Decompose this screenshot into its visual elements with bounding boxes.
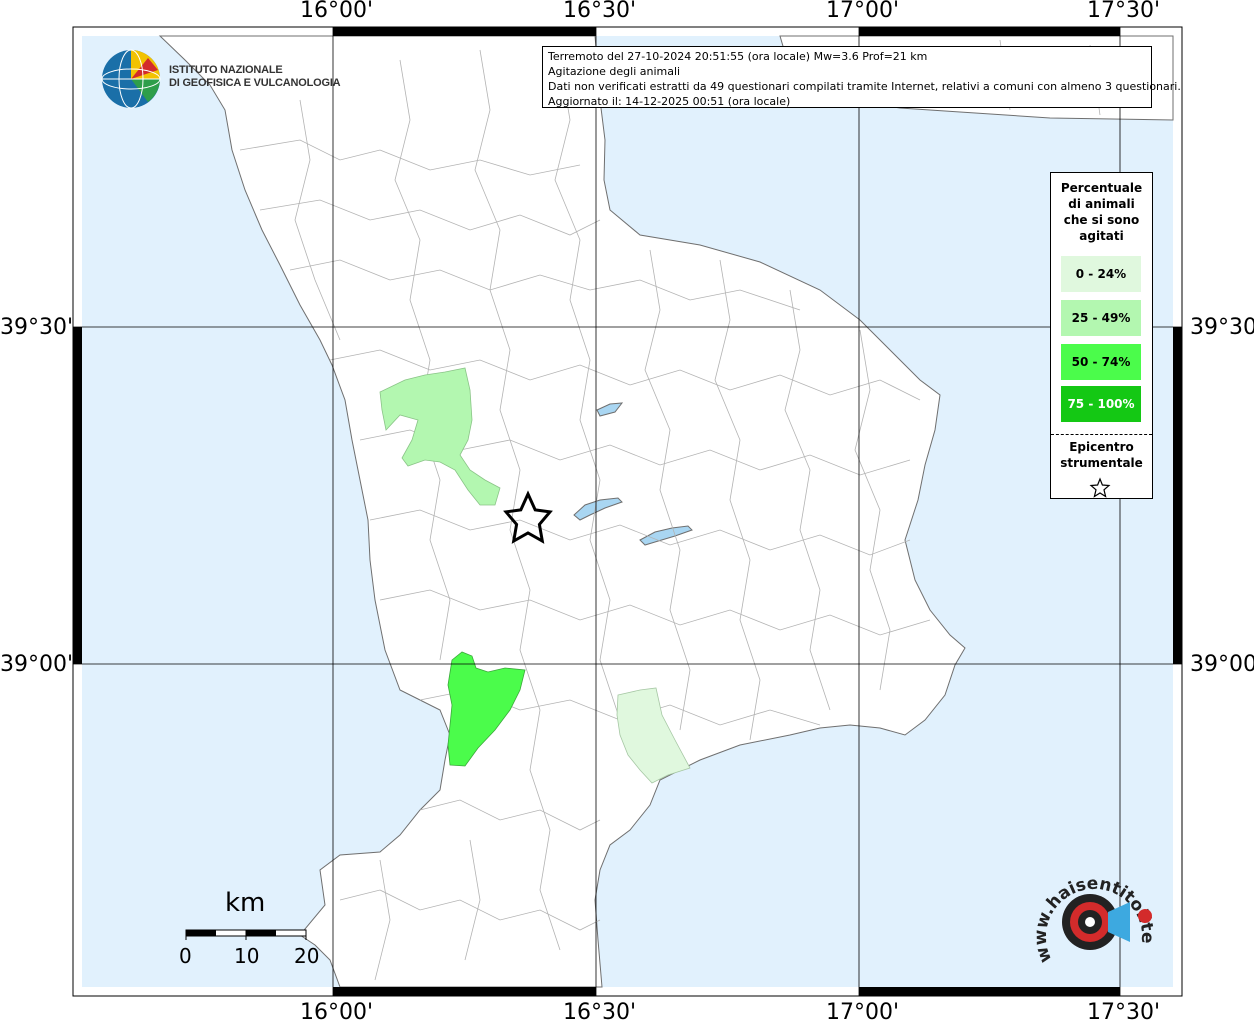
ingv-name: ISTITUTO NAZIONALE DI GEOFISICA E VULCAN…	[169, 64, 341, 90]
legend-title-line: Percentuale	[1060, 181, 1143, 195]
scale-unit: km	[225, 888, 266, 918]
scale-tick: 10	[234, 944, 260, 968]
lat-label-left-2: 39°00'	[0, 652, 74, 677]
legend-star-icon	[1089, 477, 1111, 498]
legend-title-line: agitati	[1079, 229, 1124, 243]
scale-tick: 20	[294, 944, 320, 968]
legend-class-50-74: 50 - 74%	[1061, 344, 1141, 380]
legend-class-25-49: 25 - 49%	[1061, 300, 1141, 336]
ingv-name-line2: DI GEOFISICA E VULCANOLOGIA	[169, 77, 341, 89]
legend-epicenter-line: Epicentro	[1069, 440, 1134, 454]
legend-title-line: che si sono	[1063, 213, 1140, 227]
event-info-line: Agitazione degli animali	[548, 65, 681, 78]
lon-label-top-2: 16°30'	[563, 0, 637, 23]
lon-label-bottom-1: 16°00'	[300, 1000, 374, 1025]
lon-label-bottom-3: 17°00'	[826, 1000, 900, 1025]
lon-label-top-1: 16°00'	[300, 0, 374, 23]
legend-epicenter-line: strumentale	[1060, 456, 1143, 470]
lon-label-bottom-2: 16°30'	[563, 1000, 637, 1025]
scale-tick: 0	[179, 944, 192, 968]
legend-class-75-100: 75 - 100%	[1061, 386, 1141, 422]
legend-title: Percentuale di animali che si sono agita…	[1051, 180, 1152, 244]
legend: Percentuale di animali che si sono agita…	[1050, 172, 1153, 499]
lon-label-top-4: 17°30'	[1087, 0, 1161, 23]
lon-label-bottom-4: 17°30'	[1087, 1000, 1161, 1025]
lat-label-left-1: 39°30'	[0, 315, 74, 340]
legend-title-line: di animali	[1068, 197, 1135, 211]
event-info-box: Terremoto del 27-10-2024 20:51:55 (ora l…	[542, 46, 1181, 108]
lon-label-top-3: 17°00'	[826, 0, 900, 23]
ingv-globe-icon	[101, 49, 161, 109]
lat-label-right-2: 39°00'	[1190, 652, 1254, 677]
haisentitoilterremoto-logo-icon: www.haisentitoilterremoto.it	[1030, 860, 1157, 965]
frame-ticks-left	[73, 327, 82, 664]
event-info-line: Terremoto del 27-10-2024 20:51:55 (ora l…	[548, 50, 928, 63]
lat-label-right-1: 39°30'	[1190, 315, 1254, 340]
event-info-line: Dati non verificati estratti da 49 quest…	[548, 80, 1181, 93]
legend-divider	[1051, 434, 1152, 435]
frame-ticks-right	[1173, 327, 1182, 664]
ingv-name-line1: ISTITUTO NAZIONALE	[169, 64, 283, 76]
legend-class-0-24: 0 - 24%	[1061, 256, 1141, 292]
event-info-line: Aggiornato il: 14-12-2025 00:51 (ora loc…	[548, 95, 791, 108]
legend-epicenter-label: Epicentro strumentale	[1051, 439, 1152, 471]
